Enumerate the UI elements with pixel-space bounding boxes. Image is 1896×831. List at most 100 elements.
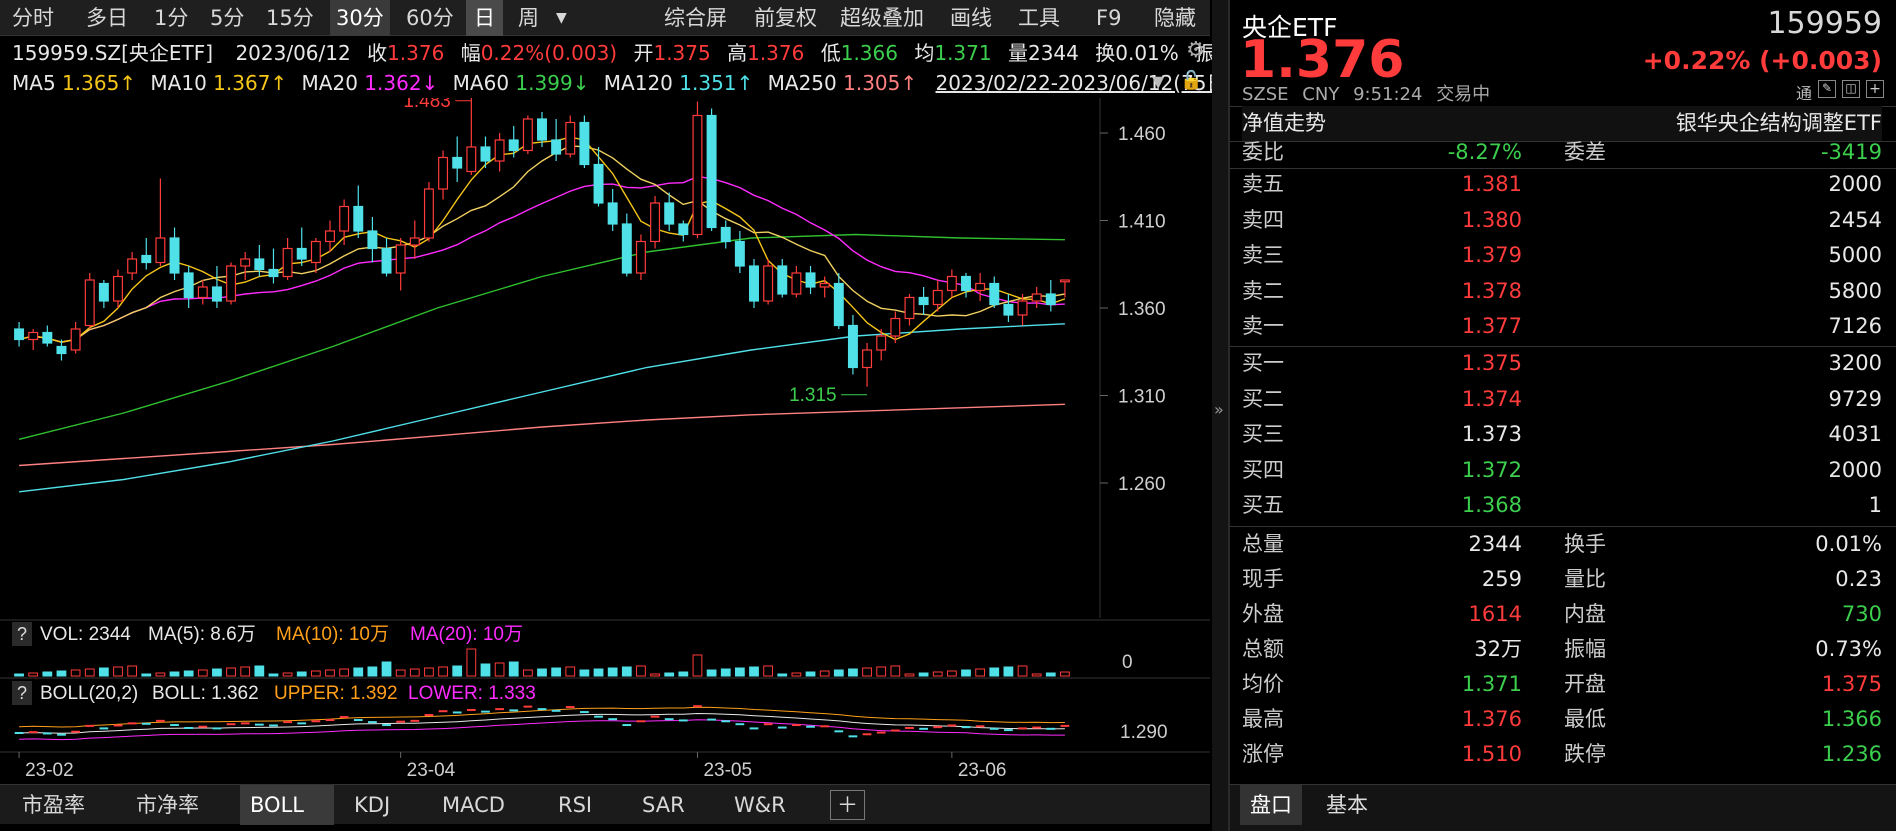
- gear-icon[interactable]: ⚙: [1186, 38, 1206, 63]
- tong-badge[interactable]: 通: [1796, 80, 1812, 104]
- tool-f9[interactable]: F9: [1096, 0, 1121, 36]
- stat-row: 总额 32万 振幅 0.73%: [1242, 632, 1882, 667]
- tab-15min[interactable]: 15分: [266, 0, 314, 36]
- candle-body: [749, 265, 759, 302]
- vol-ma10: MA(10): 10万: [276, 624, 389, 645]
- candle-body: [423, 188, 434, 239]
- market-status-line: SZSE CNY 9:51:24 交易中: [1242, 80, 1490, 106]
- tab-rsi[interactable]: RSI: [548, 785, 602, 825]
- range-dropdown-icon[interactable]: ▼: [1152, 72, 1164, 91]
- candle-body: [56, 345, 67, 355]
- tab-kdj[interactable]: KDJ: [344, 785, 400, 825]
- volume-bar: [932, 671, 943, 677]
- candle-body: [494, 139, 505, 162]
- lock-icon[interactable]: 🔓: [1180, 70, 1202, 91]
- panel-splitter[interactable]: »: [1212, 0, 1228, 831]
- tool-qianfuquan[interactable]: 前复权: [754, 0, 817, 36]
- tab-pe[interactable]: 市盈率: [12, 785, 95, 825]
- stat-label: 涨停: [1242, 742, 1284, 766]
- bid-price: 1.375: [1461, 351, 1522, 375]
- tab-fenshi[interactable]: 分时: [12, 0, 54, 36]
- panel-tabs: 盘口 基本: [1230, 784, 1896, 831]
- tab-wr[interactable]: W&R: [724, 785, 796, 825]
- ask-row[interactable]: 卖三 1.379 5000: [1242, 238, 1882, 273]
- stat-label: 总额: [1242, 637, 1284, 661]
- candle-body: [833, 282, 844, 327]
- tab-1min[interactable]: 1分: [154, 0, 188, 36]
- add-icon[interactable]: +: [1866, 80, 1884, 98]
- bid-row[interactable]: 买四 1.372 2000: [1242, 453, 1882, 488]
- tab-pb[interactable]: 市净率: [126, 785, 209, 825]
- screenshot-icon[interactable]: ◫: [1842, 80, 1860, 98]
- stat-value: 0.73%: [1815, 637, 1882, 661]
- volume-bar: [621, 666, 632, 677]
- ma60-value: 1.399↓: [515, 71, 590, 95]
- candle-body: [409, 237, 420, 246]
- volume-bar: [42, 671, 53, 677]
- tab-30min[interactable]: 30分: [330, 0, 390, 36]
- vol-label: 量: [1007, 41, 1028, 65]
- bid-row[interactable]: 买五 1.368 1: [1242, 488, 1882, 523]
- x-tick-label: 23-06: [958, 760, 1007, 781]
- candle-body: [438, 156, 449, 190]
- candle-body: [282, 247, 293, 278]
- tool-huaxian[interactable]: 画线: [950, 0, 992, 36]
- tab-60min[interactable]: 60分: [406, 0, 454, 36]
- ask-row[interactable]: 卖一 1.377 7126: [1242, 309, 1882, 344]
- ma20-value: 1.362↓: [364, 71, 439, 95]
- y-tick-label: 1.360: [1118, 299, 1166, 320]
- tab-5min[interactable]: 5分: [210, 0, 244, 36]
- tab-boll[interactable]: BOLL: [240, 785, 334, 825]
- y-tick-label: 1.310: [1118, 387, 1166, 408]
- volume-bar: [183, 670, 194, 677]
- candle-body: [734, 240, 745, 267]
- dropdown-icon[interactable]: ▼: [556, 0, 567, 36]
- tab-duori[interactable]: 多日: [86, 0, 128, 36]
- ask-price: 1.378: [1461, 278, 1522, 303]
- ask-row[interactable]: 卖四 1.380 2454: [1242, 203, 1882, 238]
- candle-body: [1031, 293, 1042, 302]
- volume-bar: [918, 672, 929, 677]
- volume-bar: [522, 669, 533, 677]
- candle-body: [1045, 293, 1056, 306]
- kline-chart[interactable]: 1.460 1.410 1.360 1.310 1.260 1.483 1.315 ? V…: [0, 98, 1210, 784]
- quote-panel: 央企ETF 159959 1.376 +0.22% (+0.003) SZSE …: [1228, 0, 1896, 831]
- bid-row[interactable]: 买二 1.374 9729: [1242, 382, 1882, 417]
- bid-row[interactable]: 买三 1.373 4031: [1242, 417, 1882, 452]
- weibi-row: 委比 -8.27% 委差 -3419: [1242, 135, 1882, 170]
- volume-bar: [113, 666, 123, 677]
- tab-day[interactable]: 日: [466, 0, 503, 36]
- ask-row[interactable]: 卖五 1.381 2000: [1242, 167, 1882, 202]
- vol-help-icon[interactable]: ?: [17, 624, 27, 644]
- tab-week[interactable]: 周: [518, 0, 539, 36]
- candle-body: [155, 237, 166, 264]
- tab-jiben[interactable]: 基本: [1316, 785, 1378, 825]
- edit-icon[interactable]: ✎: [1818, 80, 1836, 98]
- volume-bar: [777, 673, 788, 677]
- tool-gongju[interactable]: 工具: [1018, 0, 1060, 36]
- stat-value: 1.366: [1821, 707, 1882, 731]
- volume-bar: [127, 665, 138, 677]
- stat-value: 1.371: [1461, 672, 1522, 696]
- tool-zonghe[interactable]: 综合屏: [664, 0, 727, 36]
- add-tab-button[interactable]: ＋: [830, 790, 865, 820]
- tab-sar[interactable]: SAR: [632, 785, 695, 825]
- ask-row[interactable]: 卖二 1.378 5800: [1242, 274, 1882, 309]
- candle-body: [169, 237, 180, 274]
- bid-row[interactable]: 买一 1.375 3200: [1242, 346, 1882, 381]
- candle-body: [395, 244, 406, 274]
- candle-body: [254, 258, 265, 271]
- tab-pankou[interactable]: 盘口: [1240, 785, 1302, 825]
- tool-hide[interactable]: 隐藏: [1154, 0, 1196, 36]
- candle-body: [876, 335, 887, 351]
- collapse-icon[interactable]: »: [1214, 400, 1224, 419]
- y-tick-label: 1.410: [1118, 212, 1166, 233]
- stat-value: 730: [1841, 602, 1882, 626]
- candle-body: [579, 121, 590, 166]
- tool-chaojidiejia[interactable]: 超级叠加: [840, 0, 924, 36]
- tab-macd[interactable]: MACD: [432, 785, 515, 825]
- boll-help-icon[interactable]: ?: [17, 683, 27, 703]
- high-value: 1.376: [747, 41, 805, 65]
- candle-body: [211, 286, 222, 302]
- bid-volume: 4031: [1828, 422, 1882, 446]
